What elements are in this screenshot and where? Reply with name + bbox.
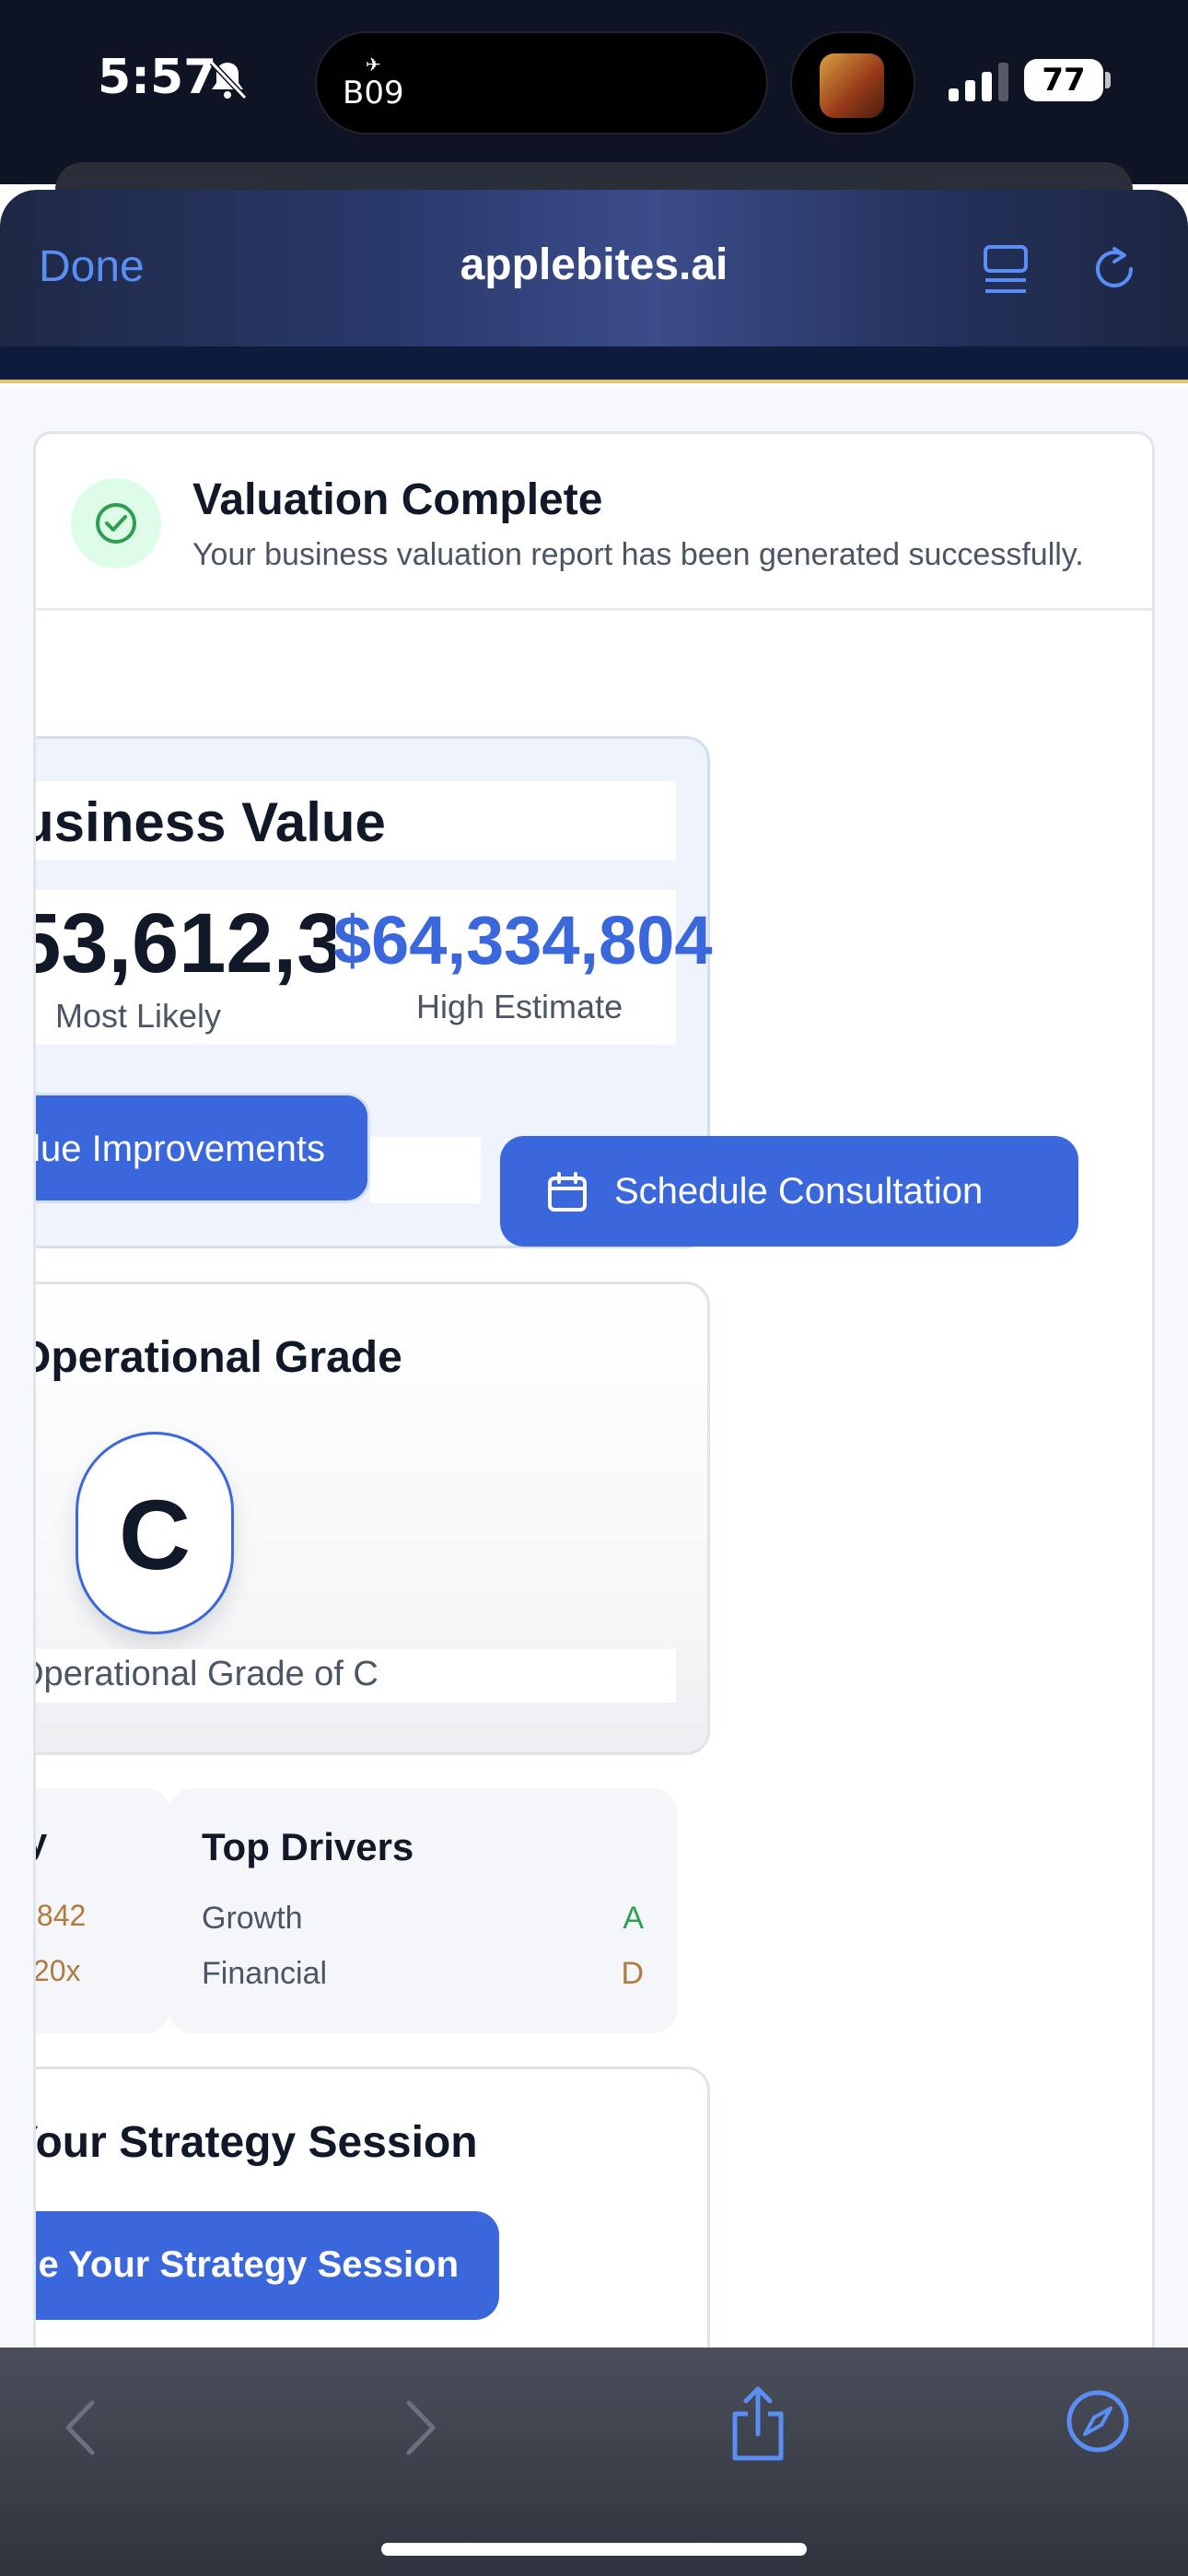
forward-icon[interactable] — [398, 2395, 444, 2460]
top-drivers-title: Top Drivers — [202, 1825, 414, 1868]
explore-value-improvements-button[interactable]: re Value Improvements — [33, 1093, 370, 1203]
dynamic-island[interactable]: ✈ B09 — [315, 31, 768, 135]
operational-grade-title: Operational Grade — [33, 1333, 402, 1382]
bell-slash-icon — [209, 60, 248, 100]
results-panel: Valuation Complete Your business valuati… — [33, 431, 1155, 2349]
web-content: Valuation Complete Your business valuati… — [0, 387, 1188, 2349]
mini-card-multiple: .20x — [33, 1954, 81, 1987]
most-likely-amount: $53,612,3 — [36, 896, 335, 990]
strategy-session-title: Your Strategy Session — [33, 2118, 478, 2167]
grade-badge: C — [76, 1432, 234, 1634]
mini-card-value: ,842 — [33, 1899, 87, 1932]
grade-letter: C — [119, 1479, 191, 1590]
status-time: 5:57 — [98, 50, 217, 105]
mini-card-title: y — [36, 1821, 47, 1863]
driver-row: Financial D — [202, 1956, 644, 1992]
status-bar: 5:57 ✈ B09 77 — [0, 0, 1188, 184]
album-art — [820, 53, 884, 118]
browser-toolbar — [0, 2348, 1188, 2576]
back-icon[interactable] — [57, 2395, 103, 2460]
home-indicator[interactable] — [381, 2543, 807, 2556]
most-likely-label: Most Likely — [55, 997, 222, 1035]
driver-row: Growth A — [202, 1901, 644, 1937]
schedule-strategy-session-button[interactable]: ule Your Strategy Session — [33, 2211, 499, 2320]
reader-mode-icon[interactable] — [982, 243, 1031, 299]
signal-icon — [949, 63, 1008, 101]
compass-icon[interactable] — [1065, 2388, 1131, 2454]
island-label: B09 — [343, 75, 404, 111]
driver-grade: A — [623, 1901, 644, 1936]
banner-title: Valuation Complete — [192, 475, 603, 524]
operational-grade-card: Operational Grade C Operational Grade of… — [33, 1282, 710, 1755]
plane-icon: ✈ — [365, 53, 381, 76]
top-drivers-card: Top Drivers Growth A Financial D — [169, 1788, 677, 2033]
driver-grade: D — [621, 1956, 644, 1991]
success-check-icon — [71, 478, 161, 568]
explore-button-label: re Value Improvements — [33, 1129, 325, 1169]
high-estimate-amount: $64,334,804 — [333, 902, 713, 978]
browser-header: Done applebites.ai — [0, 190, 1188, 346]
battery-icon: 77 — [1024, 59, 1103, 101]
banner-subtitle: Your business valuation report has been … — [192, 537, 1084, 572]
reload-icon[interactable] — [1087, 241, 1142, 297]
site-nav-strip — [0, 346, 1188, 383]
now-playing-island[interactable] — [790, 31, 915, 135]
strategy-session-card: Your Strategy Session ule Your Strategy … — [33, 2067, 710, 2349]
schedule-consultation-button[interactable]: Schedule Consultation — [500, 1136, 1078, 1247]
calendar-icon — [548, 1172, 587, 1212]
business-value-title: usiness Value — [33, 791, 386, 853]
success-banner: Valuation Complete Your business valuati… — [36, 434, 1152, 611]
grade-description: Operational Grade of C — [33, 1655, 379, 1693]
driver-label: Financial — [202, 1956, 328, 1991]
high-estimate-label: High Estimate — [416, 988, 623, 1025]
summary-mini-card: y ,842 .20x — [33, 1788, 170, 2033]
strategy-button-label: ule Your Strategy Session — [33, 2244, 459, 2285]
schedule-button-label: Schedule Consultation — [614, 1171, 984, 1212]
share-icon[interactable] — [728, 2384, 788, 2464]
driver-label: Growth — [202, 1901, 303, 1936]
